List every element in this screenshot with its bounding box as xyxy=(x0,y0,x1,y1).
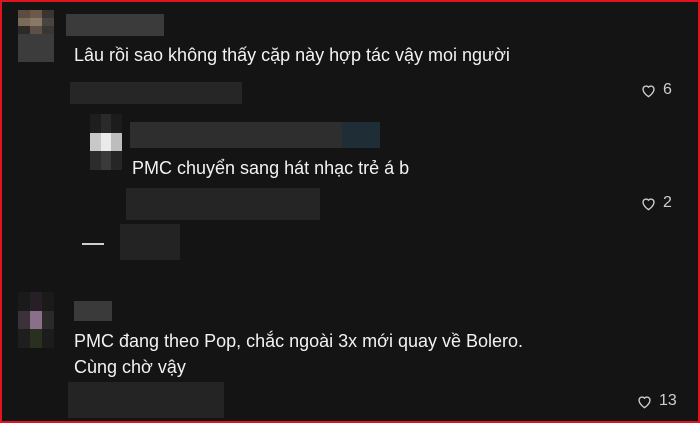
avatar[interactable] xyxy=(18,10,54,34)
heart-outline-icon xyxy=(642,197,655,210)
like-count: 2 xyxy=(663,194,672,211)
avatar-blurred-extra xyxy=(18,34,54,62)
comment-text-line2: Cùng chờ vậy xyxy=(74,357,186,377)
meta-blurred xyxy=(126,188,320,220)
like-button[interactable]: 6 xyxy=(640,81,672,99)
meta-blurred xyxy=(70,82,242,104)
meta-blurred xyxy=(68,382,224,418)
like-count: 6 xyxy=(663,81,672,98)
comment-text: Lâu rồi sao không thấy cặp này hợp tác v… xyxy=(74,45,510,65)
hide-replies-button-blurred[interactable] xyxy=(120,224,180,260)
username-blurred[interactable] xyxy=(74,301,112,321)
avatar[interactable] xyxy=(18,292,54,348)
like-count: 13 xyxy=(659,392,677,409)
replies-divider xyxy=(82,243,104,245)
like-button[interactable]: 2 xyxy=(640,194,672,212)
username-blurred-accent xyxy=(342,122,380,148)
heart-outline-icon xyxy=(638,395,651,408)
comment-text: PMC chuyển sang hát nhạc trẻ á b xyxy=(132,158,410,178)
comment-thread-panel: Lâu rồi sao không thấy cặp này hợp tác v… xyxy=(0,0,700,423)
avatar[interactable] xyxy=(90,114,122,170)
comment-text-line1: PMC đang theo Pop, chắc ngoài 3x mới qua… xyxy=(74,331,524,351)
username-blurred[interactable] xyxy=(66,14,164,36)
heart-outline-icon xyxy=(642,84,655,97)
like-button[interactable]: 13 xyxy=(636,392,677,410)
